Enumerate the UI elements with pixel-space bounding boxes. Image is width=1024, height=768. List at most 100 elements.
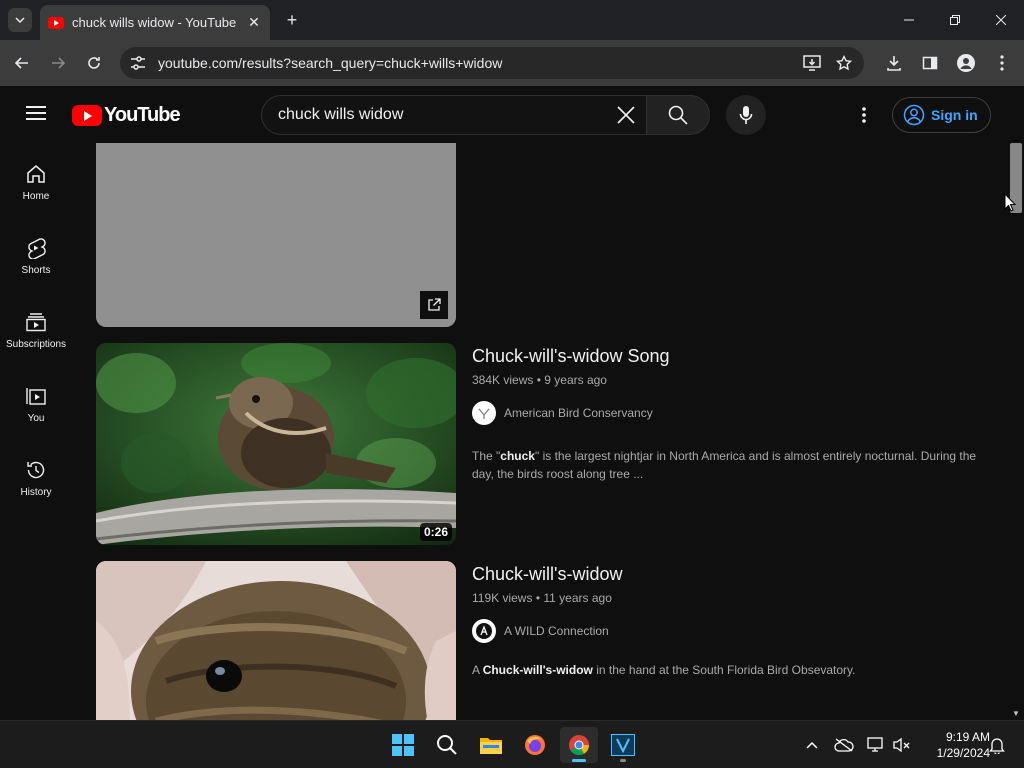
desc-highlight: chuck <box>500 449 535 463</box>
logo-text: YouTube <box>104 103 181 126</box>
sign-in-label: Sign in <box>931 107 978 123</box>
install-icon <box>803 55 821 71</box>
browser-tab-active[interactable]: chuck wills widow - YouTube ✕ <box>40 5 270 40</box>
video-info: Chuck-will's-widow 119K views • 11 years… <box>472 561 992 679</box>
nav-item-home[interactable]: Home <box>0 143 72 217</box>
new-tab-button[interactable]: + <box>282 10 302 30</box>
bookmark-button[interactable] <box>832 51 856 75</box>
voice-search-button[interactable] <box>726 95 766 135</box>
view-count: 384K views <box>472 373 534 387</box>
nav-item-subscriptions[interactable]: Subscriptions <box>0 291 72 365</box>
firefox-button[interactable] <box>516 727 554 763</box>
desc-highlight: Chuck-will's-widow <box>482 663 593 677</box>
minimize-icon <box>904 19 914 21</box>
restore-button[interactable] <box>932 0 978 40</box>
home-icon <box>27 165 45 183</box>
page-scrollbar[interactable]: ▼ <box>1008 143 1024 720</box>
profile-icon <box>957 54 975 72</box>
windows-logo-icon <box>392 734 414 756</box>
nav-label: History <box>20 487 52 498</box>
channel-avatar[interactable] <box>472 401 496 425</box>
channel-row[interactable]: American Bird Conservancy <box>472 401 992 425</box>
star-icon <box>836 55 852 71</box>
install-app-button[interactable] <box>800 51 824 75</box>
video-meta: 384K views • 9 years ago <box>472 373 992 387</box>
taskbar-clock[interactable]: 9:19 AM 1/29/2024 <box>920 729 990 761</box>
clock-date: 1/29/2024 <box>936 746 990 760</box>
taskbar-search-button[interactable] <box>428 727 466 763</box>
start-button[interactable] <box>384 727 422 763</box>
left-nav: Home Shorts Subscriptions You History <box>0 143 72 720</box>
side-panel-button[interactable] <box>918 51 942 75</box>
nav-item-you[interactable]: You <box>0 365 72 439</box>
shorts-icon <box>28 238 46 259</box>
wild-connection-logo-icon <box>476 623 492 639</box>
show-hidden-icons-button[interactable] <box>800 733 824 757</box>
downloads-button[interactable] <box>882 51 906 75</box>
youtube-header: YouTube Sign in <box>0 86 1024 143</box>
tune-icon <box>131 56 145 70</box>
nav-label: Shorts <box>21 265 51 276</box>
chrome-button[interactable] <box>560 727 598 763</box>
account-circle-icon <box>903 104 925 126</box>
network-icon <box>867 737 883 752</box>
windows-taskbar: 9:19 AM 1/29/2024 <box>0 720 1024 768</box>
video-thumbnail[interactable] <box>96 561 456 720</box>
nav-label: Subscriptions <box>5 339 67 350</box>
address-bar[interactable]: youtube.com/results?search_query=chuck+w… <box>120 47 864 79</box>
close-window-button[interactable] <box>978 0 1024 40</box>
cloud-offline-icon <box>834 738 854 752</box>
chrome-icon <box>569 735 590 756</box>
desc-text: A <box>472 663 483 677</box>
close-tab-icon[interactable]: ✕ <box>246 14 262 31</box>
channel-row[interactable]: A WILD Connection <box>472 619 992 643</box>
scroll-down-icon[interactable]: ▼ <box>1012 709 1020 718</box>
kebab-menu-icon <box>862 107 866 123</box>
sign-in-button[interactable]: Sign in <box>892 97 991 133</box>
chrome-menu-button[interactable] <box>990 51 1014 75</box>
onedrive-button[interactable] <box>832 733 856 757</box>
open-in-new-icon <box>428 298 441 311</box>
channel-name[interactable]: A WILD Connection <box>504 624 609 638</box>
video-result: 0:26 Chuck-will's-widow Song 384K views … <box>96 343 996 545</box>
search-input[interactable] <box>278 106 598 124</box>
bird-logo-icon <box>478 408 490 419</box>
notifications-button[interactable] <box>985 733 1009 757</box>
volume-button[interactable] <box>890 733 914 757</box>
you-icon <box>26 388 46 405</box>
guide-menu-button[interactable] <box>24 102 48 126</box>
view-count: 119K views <box>472 591 533 605</box>
clock-time: 9:19 AM <box>945 730 990 744</box>
tab-search-button[interactable] <box>8 8 32 32</box>
youtube-logo[interactable]: YouTube <box>72 103 181 126</box>
tab-title: chuck wills widow - YouTube <box>72 15 237 30</box>
forward-button[interactable] <box>46 51 70 75</box>
bell-icon <box>989 738 1005 754</box>
channel-avatar[interactable] <box>472 619 496 643</box>
nav-item-history[interactable]: History <box>0 439 72 513</box>
settings-menu-button[interactable] <box>852 103 876 127</box>
nav-item-shorts[interactable]: Shorts <box>0 217 72 291</box>
minimize-button[interactable] <box>886 0 932 40</box>
video-title[interactable]: Chuck-will's-widow Song <box>472 343 992 369</box>
channel-name[interactable]: American Bird Conservancy <box>504 406 653 420</box>
back-button[interactable] <box>10 51 34 75</box>
profile-button[interactable] <box>954 51 978 75</box>
ad-thumbnail-placeholder[interactable] <box>96 143 456 327</box>
clear-search-button[interactable] <box>616 105 640 129</box>
search-results: 0:26 Chuck-will's-widow Song 384K views … <box>72 143 1008 720</box>
video-title[interactable]: Chuck-will's-widow <box>472 561 992 587</box>
open-external-button[interactable] <box>420 291 448 319</box>
v-app-button[interactable] <box>604 727 642 763</box>
search-icon <box>437 735 457 755</box>
site-info-button[interactable] <box>126 51 150 75</box>
reload-button[interactable] <box>82 51 106 75</box>
video-description: The "chuck" is the largest nightjar in N… <box>472 447 992 483</box>
network-button[interactable] <box>864 733 888 757</box>
video-thumbnail[interactable]: 0:26 <box>96 343 456 545</box>
arrow-right-icon <box>52 57 66 69</box>
search-button[interactable] <box>646 95 710 135</box>
video-info: Chuck-will's-widow Song 384K views • 9 y… <box>472 343 992 483</box>
file-explorer-button[interactable] <box>472 727 510 763</box>
v-app-icon <box>611 734 635 756</box>
